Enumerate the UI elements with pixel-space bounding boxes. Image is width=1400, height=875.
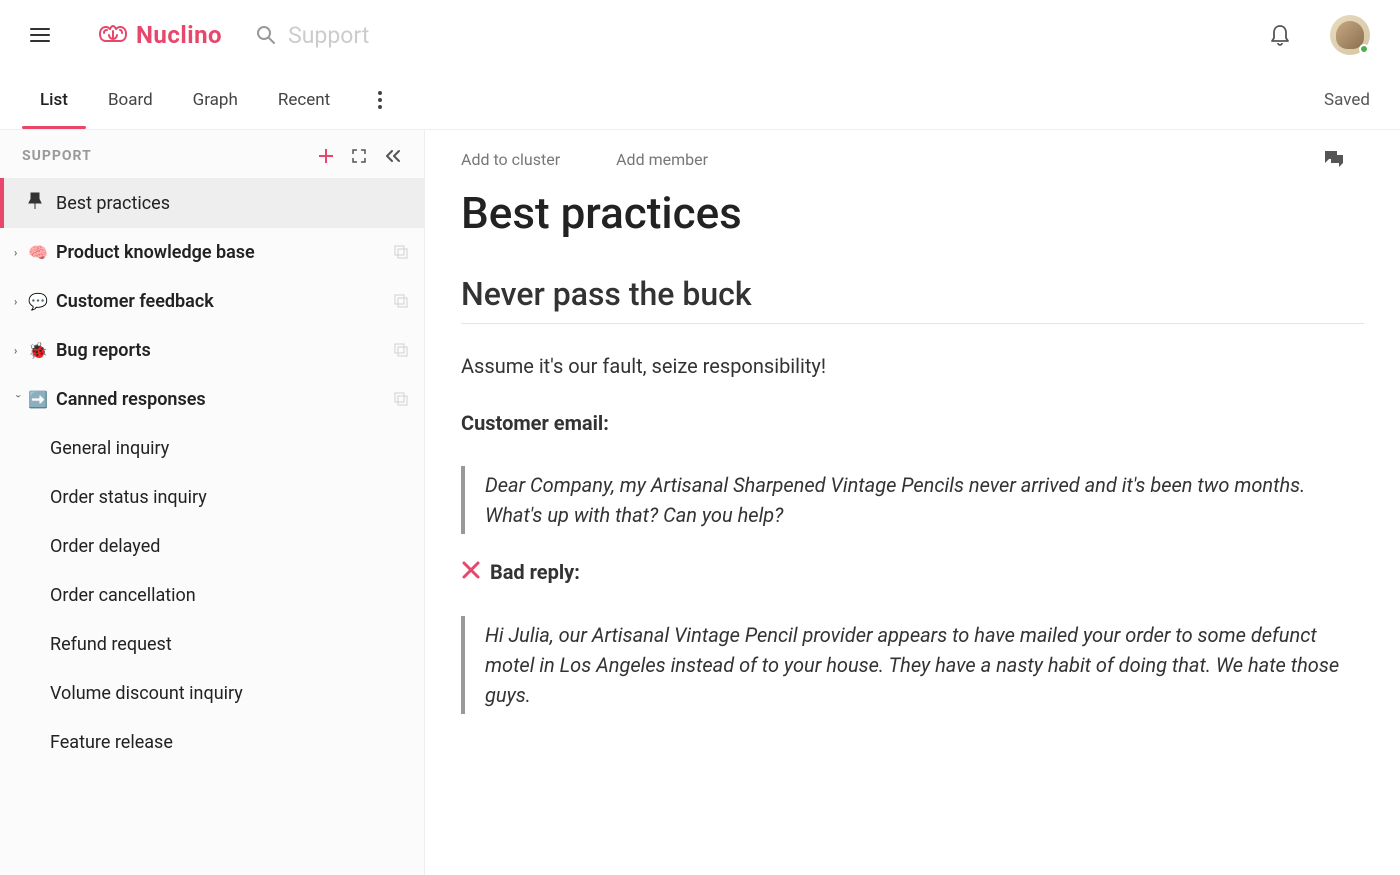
pin-icon [28,192,48,214]
collapse-icon[interactable] [384,149,402,163]
chevron-right-icon: › [14,295,24,308]
sidebar-item-feature-release[interactable]: Feature release [0,718,424,767]
sidebar-tree: Best practices › 🧠 Product knowledge bas… [0,178,424,767]
sidebar-item-order-status[interactable]: Order status inquiry [0,473,424,522]
menu-icon[interactable] [30,28,50,42]
online-indicator [1359,44,1369,54]
brand-name: Nuclino [136,21,222,49]
tab-list[interactable]: List [40,72,68,128]
sidebar-item-canned-responses[interactable]: › ➡️ Canned responses [0,375,424,424]
brain-emoji-icon: 🧠 [28,243,48,262]
search-button[interactable]: Support [256,22,369,49]
sidebar-item-bug-reports[interactable]: › 🐞 Bug reports [0,326,424,375]
tab-graph[interactable]: Graph [193,72,238,128]
chevron-right-icon: › [14,246,24,259]
add-to-cluster-button[interactable]: Add to cluster [461,150,560,169]
expand-icon[interactable] [352,149,366,163]
sidebar-item-label: Best practices [56,193,410,214]
sidebar-item-general-inquiry[interactable]: General inquiry [0,424,424,473]
tabs: List Board Graph Recent Saved [0,70,1400,130]
sidebar-item-label: Product knowledge base [56,242,394,263]
plus-icon[interactable] [318,148,334,164]
add-member-button[interactable]: Add member [616,150,708,169]
sidebar-item-label: Customer feedback [56,291,394,312]
chevron-right-icon: › [14,344,24,357]
sidebar-item-order-delayed[interactable]: Order delayed [0,522,424,571]
arrow-emoji-icon: ➡️ [28,390,48,409]
tab-recent[interactable]: Recent [278,72,330,128]
document-area: Add to cluster Add member Best practices… [425,130,1400,875]
search-placeholder: Support [288,22,369,49]
doc-label[interactable]: Bad reply: [461,558,1364,588]
sidebar-item-volume-discount[interactable]: Volume discount inquiry [0,669,424,718]
avatar[interactable] [1330,15,1370,55]
sidebar-item-order-cancellation[interactable]: Order cancellation [0,571,424,620]
doc-heading[interactable]: Never pass the buck [461,275,1364,324]
sidebar-item-label: Bug reports [56,340,394,361]
speech-emoji-icon: 💬 [28,292,48,311]
bell-icon[interactable] [1270,24,1290,46]
copy-icon [394,343,410,359]
sidebar-item-best-practices[interactable]: Best practices [0,178,424,228]
copy-icon [394,294,410,310]
sidebar-item-refund-request[interactable]: Refund request [0,620,424,669]
sidebar-item-knowledge-base[interactable]: › 🧠 Product knowledge base [0,228,424,277]
brain-icon [98,23,128,47]
sidebar-title: SUPPORT [22,148,318,164]
doc-title[interactable]: Best practices [461,187,1364,239]
copy-icon [394,245,410,261]
tabs-more-icon[interactable] [370,83,390,117]
sidebar-item-customer-feedback[interactable]: › 💬 Customer feedback [0,277,424,326]
search-icon [256,25,276,45]
topbar: Nuclino Support [0,0,1400,70]
sidebar: SUPPORT Best practices › 🧠 Product knowl… [0,130,425,875]
logo[interactable]: Nuclino [98,21,222,49]
doc-paragraph[interactable]: Assume it's our fault, seize responsibil… [461,352,1364,381]
tab-board[interactable]: Board [108,72,153,128]
copy-icon [394,392,410,408]
doc-label[interactable]: Customer email: [461,409,1364,438]
cross-icon [461,559,481,588]
doc-blockquote[interactable]: Hi Julia, our Artisanal Vintage Pencil p… [461,616,1364,714]
doc-blockquote[interactable]: Dear Company, my Artisanal Sharpened Vin… [461,466,1364,534]
bug-emoji-icon: 🐞 [28,341,48,360]
save-status: Saved [1324,90,1370,110]
sidebar-item-label: Canned responses [56,389,394,410]
comments-icon[interactable] [1324,150,1344,168]
chevron-down-icon: › [13,395,26,405]
